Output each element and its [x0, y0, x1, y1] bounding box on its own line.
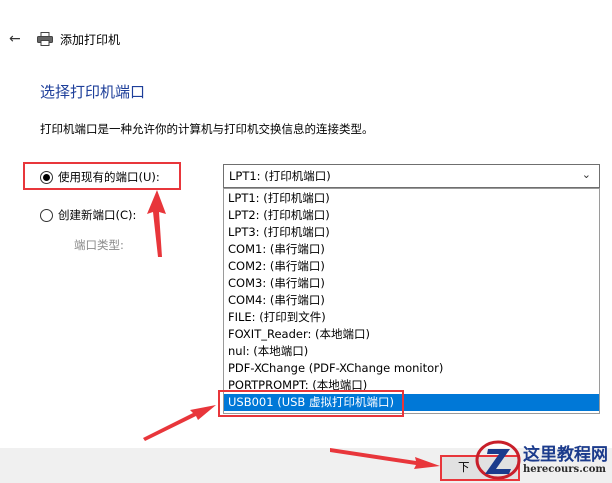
- port-option[interactable]: COM4: (串行端口): [224, 292, 599, 309]
- port-option[interactable]: PDF-XChange (PDF-XChange monitor): [224, 360, 599, 377]
- port-dropdown-list[interactable]: LPT1: (打印机端口) LPT2: (打印机端口) LPT3: (打印机端口…: [223, 188, 600, 414]
- printer-icon: [37, 32, 53, 46]
- port-option[interactable]: COM1: (串行端口): [224, 241, 599, 258]
- annotation-highlight-box: [218, 390, 404, 417]
- port-option[interactable]: FOXIT_Reader: (本地端口): [224, 326, 599, 343]
- port-option[interactable]: LPT3: (打印机端口): [224, 224, 599, 241]
- window-title: 添加打印机: [60, 33, 121, 47]
- watermark-url: herecours.com: [523, 464, 607, 475]
- port-option[interactable]: LPT1: (打印机端口): [224, 190, 599, 207]
- port-option[interactable]: nul: (本地端口): [224, 343, 599, 360]
- port-option[interactable]: LPT2: (打印机端口): [224, 207, 599, 224]
- page-heading: 选择打印机端口: [40, 83, 146, 101]
- annotation-arrow-up: [147, 190, 166, 257]
- chevron-down-icon[interactable]: ⌄: [582, 168, 591, 181]
- annotation-arrow-right: [143, 405, 216, 441]
- page-description: 打印机端口是一种允许你的计算机与打印机交换信息的连接类型。: [40, 122, 374, 136]
- annotation-highlight-box: [23, 162, 181, 190]
- port-type-label: 端口类型:: [74, 238, 124, 252]
- port-option[interactable]: COM2: (串行端口): [224, 258, 599, 275]
- port-select-value: LPT1: (打印机端口): [229, 169, 331, 183]
- back-arrow-icon[interactable]: ←: [9, 31, 25, 47]
- port-select[interactable]: LPT1: (打印机端口) ⌄: [223, 164, 600, 188]
- radio-unselected-icon[interactable]: [40, 208, 53, 222]
- watermark-text: 这里教程网: [523, 445, 608, 465]
- port-option[interactable]: FILE: (打印到文件): [224, 309, 599, 326]
- port-option[interactable]: COM3: (串行端口): [224, 275, 599, 292]
- create-new-port-option[interactable]: 创建新端口(C):: [40, 207, 136, 223]
- create-new-port-label: 创建新端口(C):: [58, 208, 137, 222]
